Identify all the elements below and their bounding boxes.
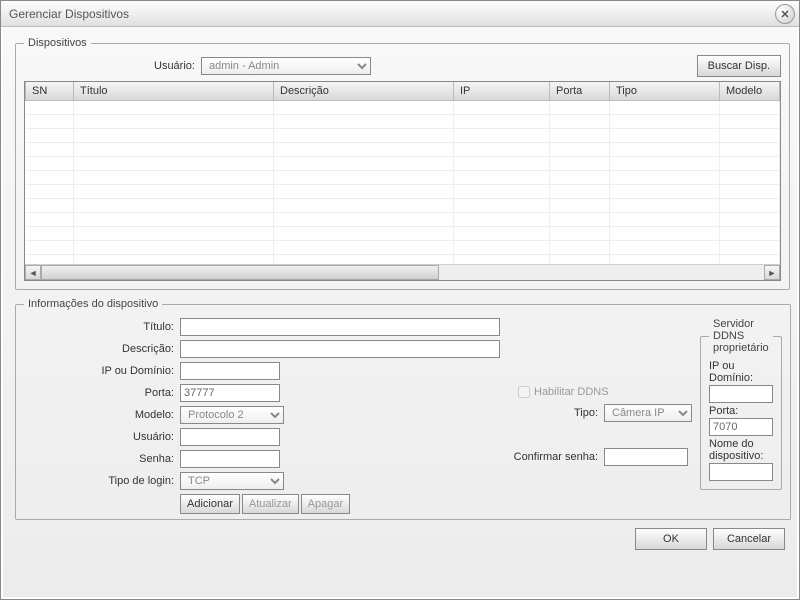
password-label: Senha: <box>24 453 174 465</box>
table-row[interactable] <box>26 156 780 170</box>
ddns-port-input[interactable] <box>709 418 773 436</box>
add-button[interactable]: Adicionar <box>180 494 240 514</box>
close-icon: ✕ <box>780 8 789 21</box>
confirm-password-input[interactable] <box>604 448 688 466</box>
description-label: Descrição: <box>24 343 174 355</box>
user-label: Usuário: <box>24 431 174 443</box>
model-select[interactable]: Protocolo 2 <box>180 406 284 424</box>
table-row[interactable] <box>26 114 780 128</box>
col-sn[interactable]: SN <box>26 82 74 100</box>
ddns-ip-label: IP ou Domínio: <box>709 360 773 384</box>
ddns-ip-input[interactable] <box>709 385 773 403</box>
devices-table[interactable]: SN Título Descrição IP Porta Tipo Modelo <box>25 82 780 269</box>
table-row[interactable] <box>26 198 780 212</box>
devices-table-wrap: SN Título Descrição IP Porta Tipo Modelo <box>24 81 781 281</box>
user-label: Usuário: <box>154 60 195 72</box>
type-label: Tipo: <box>508 407 598 419</box>
col-model[interactable]: Modelo <box>720 82 780 100</box>
cancel-button[interactable]: Cancelar <box>713 528 785 550</box>
devices-top-row: Usuário: admin - Admin Buscar Disp. <box>24 57 781 75</box>
ddns-name-label: Nome do dispositivo: <box>709 438 773 462</box>
ip-domain-input[interactable] <box>180 362 280 380</box>
col-title[interactable]: Título <box>74 82 274 100</box>
enable-ddns-label: Habilitar DDNS <box>534 386 609 398</box>
table-row[interactable] <box>26 240 780 254</box>
footer-buttons: OK Cancelar <box>15 528 785 550</box>
device-info-legend: Informações do dispositivo <box>24 298 162 310</box>
window-title: Gerenciar Dispositivos <box>9 7 129 21</box>
info-col-mid: Habilitar DDNS Tipo: Câmera IP Confirmar… <box>508 318 692 514</box>
scroll-thumb[interactable] <box>41 265 439 280</box>
table-row[interactable] <box>26 100 780 114</box>
scroll-track[interactable] <box>41 265 764 280</box>
model-label: Modelo: <box>24 409 174 421</box>
title-input[interactable] <box>180 318 500 336</box>
ip-domain-label: IP ou Domínio: <box>24 365 174 377</box>
info-grid: Título: Descrição: IP ou Domínio: Porta: <box>24 318 782 514</box>
col-type[interactable]: Tipo <box>610 82 720 100</box>
table-row[interactable] <box>26 184 780 198</box>
login-type-select[interactable]: TCP <box>180 472 284 490</box>
ddns-server-group: Servidor DDNS proprietário IP ou Domínio… <box>700 318 782 490</box>
ddns-name-input[interactable] <box>709 463 773 481</box>
info-col-left: Título: Descrição: IP ou Domínio: Porta: <box>24 318 500 514</box>
login-type-label: Tipo de login: <box>24 475 174 487</box>
scroll-right-icon[interactable]: ► <box>764 265 780 280</box>
col-description[interactable]: Descrição <box>274 82 454 100</box>
horizontal-scrollbar[interactable]: ◄ ► <box>25 264 780 280</box>
devices-group: Dispositivos Usuário: admin - Admin Busc… <box>15 37 790 290</box>
info-col-right: Servidor DDNS proprietário IP ou Domínio… <box>700 318 782 514</box>
port-label: Porta: <box>24 387 174 399</box>
window-content: Dispositivos Usuário: admin - Admin Busc… <box>1 27 799 599</box>
description-input[interactable] <box>180 340 500 358</box>
titlebar: Gerenciar Dispositivos ✕ <box>1 1 799 27</box>
col-port[interactable]: Porta <box>550 82 610 100</box>
type-select[interactable]: Câmera IP <box>604 404 692 422</box>
title-label: Título: <box>24 321 174 333</box>
user-input[interactable] <box>180 428 280 446</box>
delete-button[interactable]: Apagar <box>301 494 350 514</box>
confirm-password-label: Confirmar senha: <box>508 451 598 463</box>
port-input[interactable] <box>180 384 280 402</box>
table-row[interactable] <box>26 212 780 226</box>
manage-devices-window: Gerenciar Dispositivos ✕ Dispositivos Us… <box>0 0 800 600</box>
close-button[interactable]: ✕ <box>775 4 795 24</box>
device-info-group: Informações do dispositivo Título: Descr… <box>15 298 791 520</box>
col-ip[interactable]: IP <box>454 82 550 100</box>
devices-legend: Dispositivos <box>24 37 91 49</box>
password-input[interactable] <box>180 450 280 468</box>
ddns-port-label: Porta: <box>709 405 773 417</box>
user-select[interactable]: admin - Admin <box>201 57 371 75</box>
table-row[interactable] <box>26 170 780 184</box>
enable-ddns-checkbox[interactable] <box>518 386 530 398</box>
search-devices-button[interactable]: Buscar Disp. <box>697 55 781 77</box>
scroll-left-icon[interactable]: ◄ <box>25 265 41 280</box>
info-buttons: Adicionar Atualizar Apagar <box>24 494 500 514</box>
update-button[interactable]: Atualizar <box>242 494 299 514</box>
table-header-row: SN Título Descrição IP Porta Tipo Modelo <box>26 82 780 100</box>
table-row[interactable] <box>26 142 780 156</box>
ddns-legend: Servidor DDNS proprietário <box>709 318 773 354</box>
table-row[interactable] <box>26 128 780 142</box>
ok-button[interactable]: OK <box>635 528 707 550</box>
table-row[interactable] <box>26 226 780 240</box>
